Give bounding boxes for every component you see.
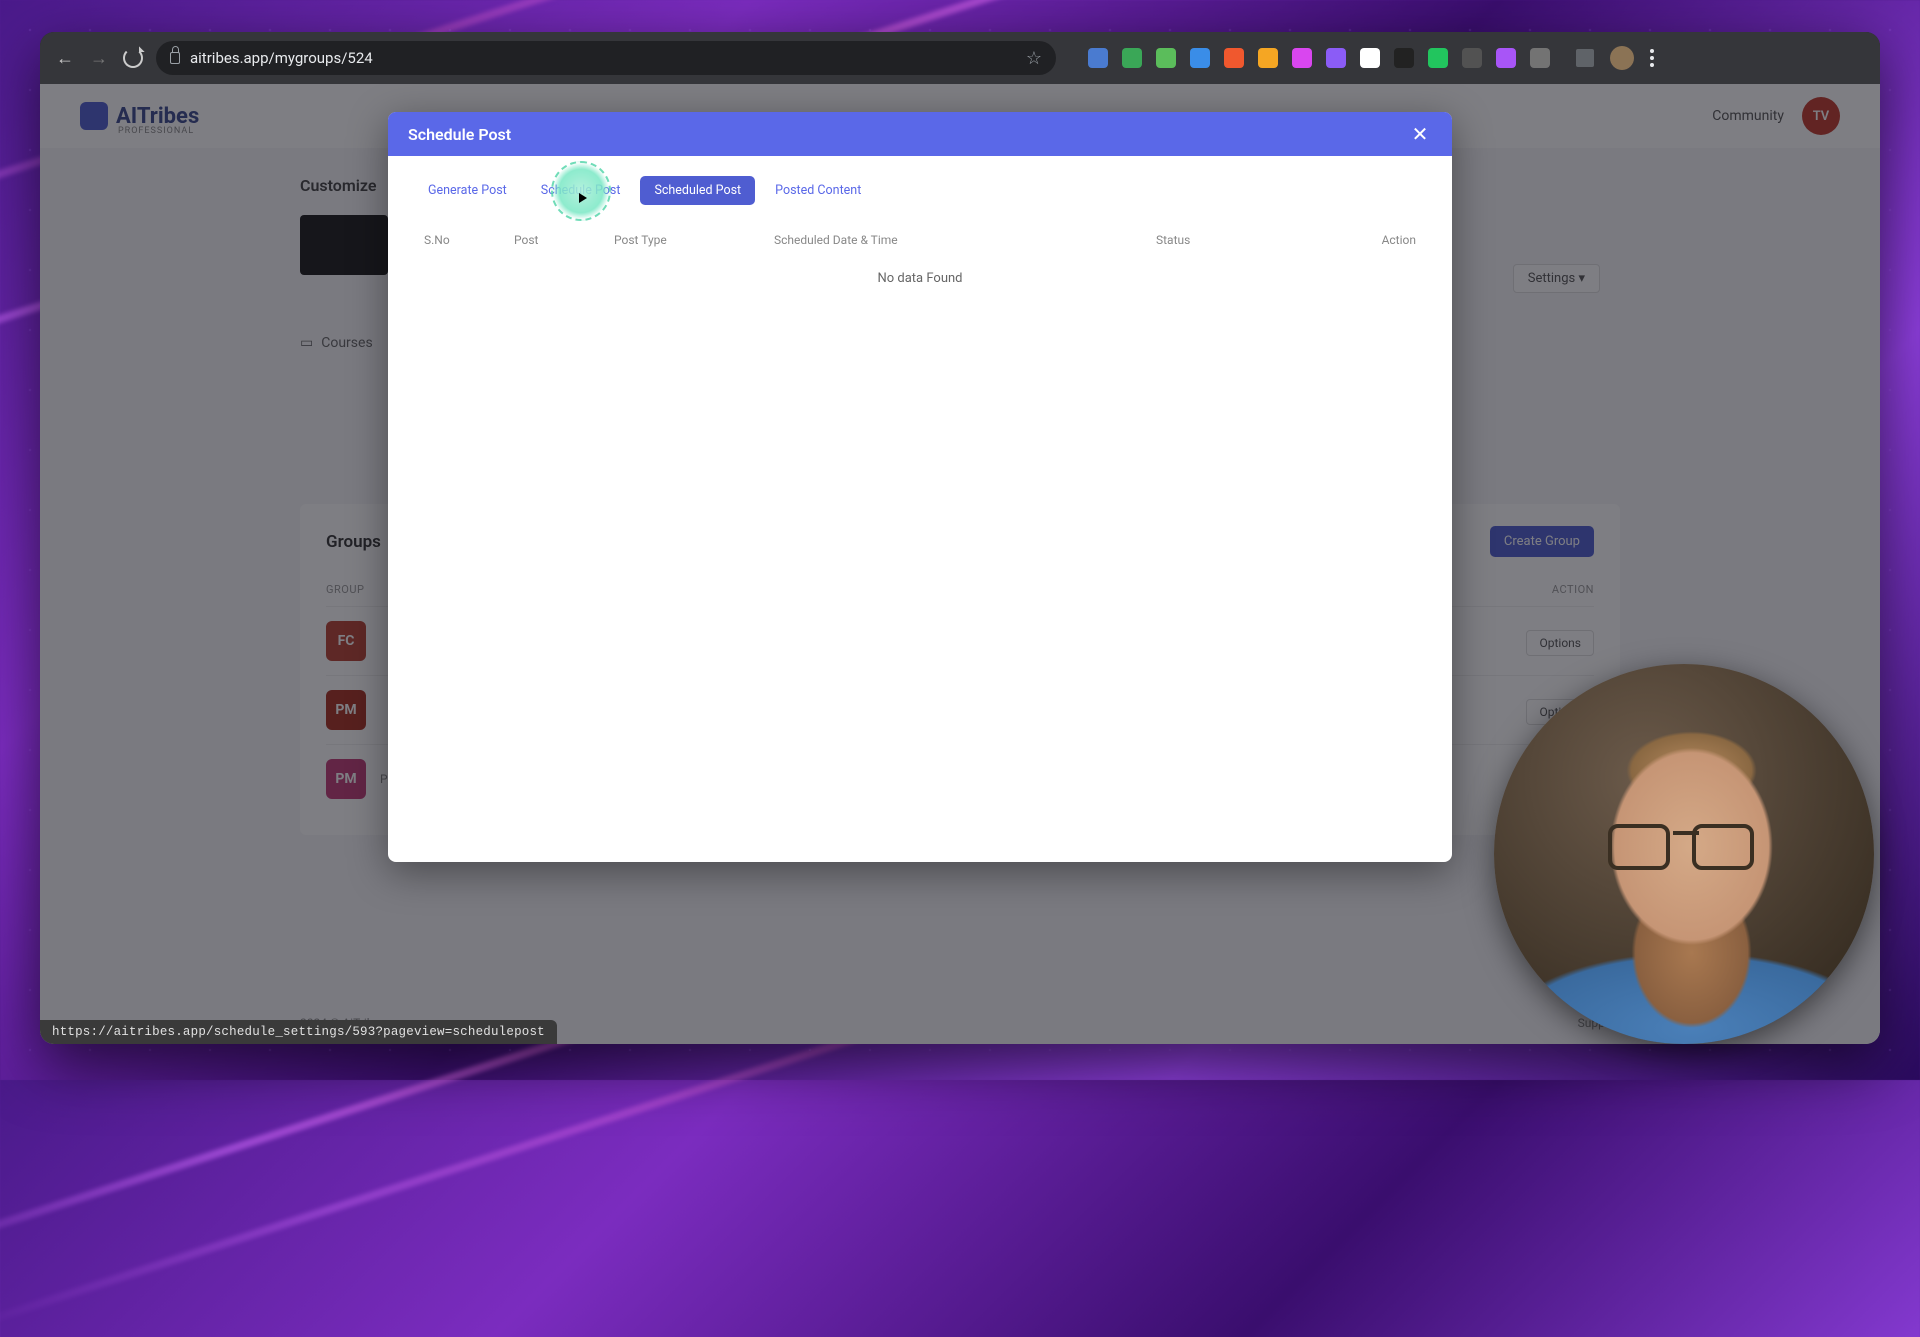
extension-icon[interactable]	[1292, 48, 1312, 68]
extension-icon[interactable]	[1496, 48, 1516, 68]
extensions-menu-icon[interactable]	[1576, 49, 1594, 67]
bookmark-star-icon[interactable]: ☆	[1026, 48, 1042, 69]
extension-icon[interactable]	[1190, 48, 1210, 68]
modal-header: Schedule Post ✕	[388, 112, 1452, 156]
scheduled-posts-table: S.No Post Post Type Scheduled Date & Tim…	[414, 233, 1426, 300]
tab-posted-content[interactable]: Posted Content	[761, 176, 875, 205]
extension-icon[interactable]	[1462, 48, 1482, 68]
extension-icon[interactable]	[1530, 48, 1550, 68]
extension-icon[interactable]	[1156, 48, 1176, 68]
extension-icon[interactable]	[1088, 48, 1108, 68]
tab-generate-post[interactable]: Generate Post	[414, 176, 521, 205]
browser-menu-icon[interactable]	[1650, 49, 1654, 67]
extension-icons	[1088, 48, 1550, 68]
tab-schedule-post[interactable]: Schedule Post	[527, 176, 635, 205]
nav-reload-button[interactable]	[122, 47, 144, 69]
empty-state-message: No data Found	[414, 257, 1426, 300]
profile-avatar-icon[interactable]	[1610, 46, 1634, 70]
close-icon[interactable]: ✕	[1408, 122, 1432, 146]
extension-icon[interactable]	[1224, 48, 1244, 68]
column-post: Post	[514, 233, 614, 247]
extension-icon[interactable]	[1360, 48, 1380, 68]
lock-icon	[170, 52, 180, 64]
nav-back-button[interactable]: ←	[54, 47, 76, 69]
extension-icon[interactable]	[1394, 48, 1414, 68]
modal-title: Schedule Post	[408, 125, 511, 144]
browser-toolbar: ← → aitribes.app/mygroups/524 ☆	[40, 32, 1880, 84]
schedule-post-modal: Schedule Post ✕ Generate Post Schedule P…	[388, 112, 1452, 862]
extension-icon[interactable]	[1258, 48, 1278, 68]
extension-icon[interactable]	[1122, 48, 1142, 68]
cursor-icon	[579, 193, 587, 203]
column-status: Status	[1156, 233, 1306, 247]
column-action: Action	[1306, 233, 1416, 247]
extension-icon[interactable]	[1428, 48, 1448, 68]
column-sno: S.No	[424, 233, 514, 247]
column-post-type: Post Type	[614, 233, 774, 247]
browser-status-bar: https://aitribes.app/schedule_settings/5…	[40, 1020, 557, 1044]
modal-tab-bar: Generate Post Schedule Post Scheduled Po…	[414, 176, 1426, 205]
nav-forward-button[interactable]: →	[88, 47, 110, 69]
tab-scheduled-post[interactable]: Scheduled Post	[640, 176, 755, 205]
column-scheduled-datetime: Scheduled Date & Time	[774, 233, 1156, 247]
webcam-overlay	[1494, 664, 1874, 1044]
address-url: aitribes.app/mygroups/524	[190, 49, 373, 67]
address-bar[interactable]: aitribes.app/mygroups/524 ☆	[156, 41, 1056, 75]
extension-icon[interactable]	[1326, 48, 1346, 68]
